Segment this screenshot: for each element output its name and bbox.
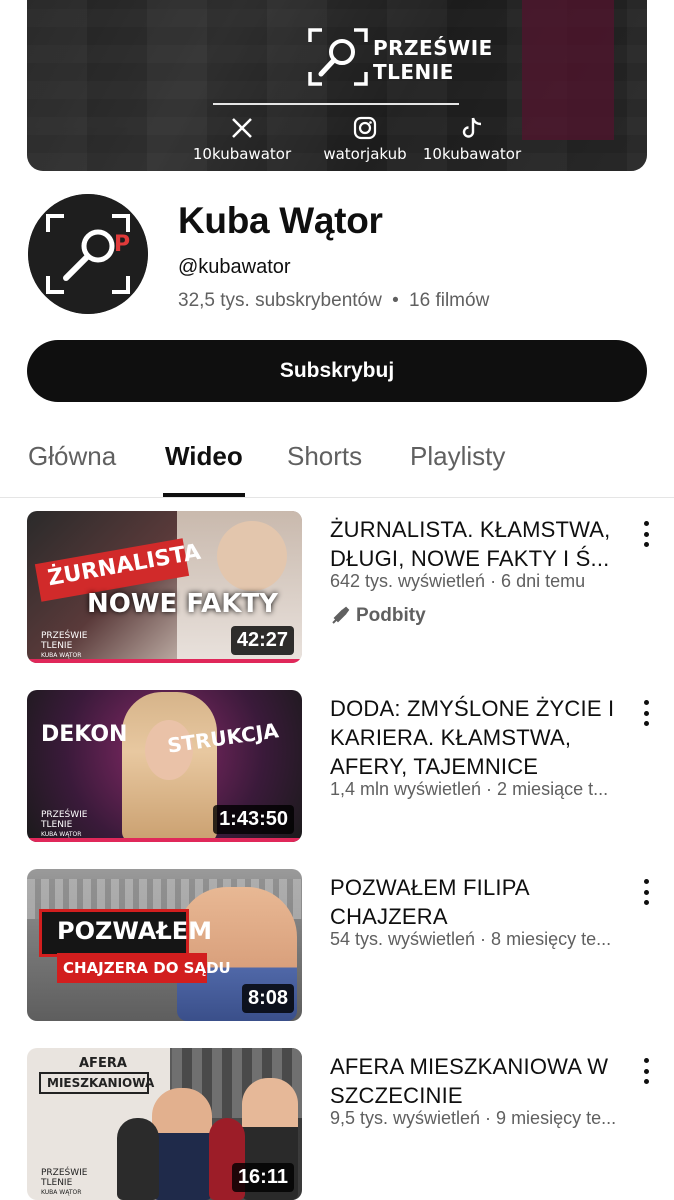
- video-thumbnail[interactable]: DEKON STRUKCJA PRZEŚWIE TLENIE KUBA WĄTO…: [27, 690, 302, 842]
- thumb-author: KUBA WĄTOR: [41, 1189, 82, 1196]
- video-meta: 9,5 tys. wyświetleń · 9 miesięcy te...: [330, 1108, 617, 1128]
- thumb-title-2: NOWE FAKTY: [87, 589, 278, 619]
- active-tab-indicator: [163, 493, 245, 497]
- magnifier-logo-icon: P: [28, 194, 148, 314]
- more-options-icon[interactable]: [636, 698, 656, 728]
- boost-badge: Podbity: [330, 605, 426, 627]
- svg-text:P: P: [114, 232, 130, 257]
- thumb-brand: PRZEŚWIE TLENIE: [41, 631, 88, 651]
- channel-banner[interactable]: PRZEŚWIE TLENIE 10kubawator watorjakub 1…: [27, 0, 647, 171]
- video-title[interactable]: DODA: ZMYŚLONE ŻYCIE I KARIERA. KŁAMSTWA…: [330, 694, 630, 781]
- x-icon: [187, 115, 297, 141]
- video-duration: 42:27: [230, 626, 294, 655]
- video-meta: 1,4 mln wyświetleń · 2 miesiące t...: [330, 779, 609, 799]
- thumb-accent-bar: [27, 838, 302, 842]
- banner-divider: [213, 103, 459, 105]
- thumb-accent-bar: [27, 659, 302, 663]
- video-thumbnail[interactable]: POZWAŁEM CHAJZERA DO SĄDU 8:08: [27, 869, 302, 1021]
- tiktok-icon: [417, 115, 527, 141]
- magnifier-logo-icon: [308, 28, 368, 86]
- thumb-brand: PRZEŚWIE TLENIE: [41, 810, 88, 830]
- subscribe-button[interactable]: Subskrybuj: [27, 340, 647, 402]
- video-duration: 1:43:50: [213, 805, 294, 834]
- social-handle: watorjakub: [323, 145, 407, 163]
- more-options-icon[interactable]: [636, 1056, 656, 1086]
- video-duration: 16:11: [231, 1163, 294, 1192]
- social-x[interactable]: 10kubawator: [187, 115, 297, 163]
- social-tiktok[interactable]: 10kubawator: [417, 115, 527, 163]
- more-options-icon[interactable]: [636, 877, 656, 907]
- banner-brand-name: PRZEŚWIE TLENIE: [373, 36, 493, 84]
- channel-handle: @kubawator: [178, 256, 291, 278]
- video-item[interactable]: AFERA MIESZKANIOWA PRZEŚWIE TLENIE KUBA …: [0, 1048, 674, 1200]
- social-instagram[interactable]: watorjakub: [310, 115, 420, 163]
- channel-tabs: Główna Wideo Shorts Playlisty: [0, 420, 674, 498]
- video-thumbnail[interactable]: ŻURNALISTA NOWE FAKTY PRZEŚWIE TLENIE KU…: [27, 511, 302, 663]
- video-item[interactable]: DEKON STRUKCJA PRZEŚWIE TLENIE KUBA WĄTO…: [0, 690, 674, 842]
- tab-shorts[interactable]: Shorts: [287, 441, 362, 472]
- stats-separator: •: [392, 290, 399, 311]
- social-handle: 10kubawator: [422, 145, 522, 163]
- brand-line-2: TLENIE: [373, 60, 454, 84]
- tab-videos[interactable]: Wideo: [165, 441, 243, 472]
- video-title[interactable]: ŻURNALISTA. KŁAMSTWA, DŁUGI, NOWE FAKTY …: [330, 515, 630, 573]
- tab-playlists[interactable]: Playlisty: [410, 441, 505, 472]
- channel-stats: 32,5 tys. subskrybentów • 16 filmów: [178, 290, 489, 312]
- thumb-title-2: CHAJZERA DO SĄDU: [63, 959, 231, 977]
- thumb-title-1: POZWAŁEM: [57, 917, 213, 945]
- video-duration: 8:08: [241, 984, 294, 1013]
- video-meta: 54 tys. wyświetleń · 8 miesięcy te...: [330, 929, 612, 949]
- video-meta: 642 tys. wyświetleń · 6 dni temu: [330, 571, 586, 591]
- instagram-icon: [310, 115, 420, 141]
- video-thumbnail[interactable]: AFERA MIESZKANIOWA PRZEŚWIE TLENIE KUBA …: [27, 1048, 302, 1200]
- video-item[interactable]: ŻURNALISTA NOWE FAKTY PRZEŚWIE TLENIE KU…: [0, 511, 674, 663]
- video-title[interactable]: POZWAŁEM FILIPA CHAJZERA: [330, 873, 630, 931]
- video-item[interactable]: POZWAŁEM CHAJZERA DO SĄDU 8:08 POZWAŁEM …: [0, 869, 674, 1021]
- brand-line-1: PRZEŚWIE: [373, 36, 493, 60]
- social-handle: 10kubawator: [192, 145, 292, 163]
- boost-label: Podbity: [356, 605, 426, 626]
- thumb-brand: PRZEŚWIE TLENIE: [41, 1168, 88, 1188]
- thumb-title-1: AFERA: [79, 1056, 127, 1071]
- video-count: 16 filmów: [409, 290, 490, 311]
- more-options-icon[interactable]: [636, 519, 656, 549]
- channel-avatar[interactable]: P: [28, 194, 148, 314]
- thumb-title-2: MIESZKANIOWA: [47, 1076, 155, 1090]
- video-title[interactable]: AFERA MIESZKANIOWA W SZCZECINIE: [330, 1052, 630, 1110]
- boost-icon: [332, 606, 350, 624]
- tab-home[interactable]: Główna: [28, 441, 116, 472]
- channel-name: Kuba Wątor: [178, 200, 383, 241]
- subscriber-count: 32,5 tys. subskrybentów: [178, 290, 382, 311]
- thumb-title-1: DEKON: [41, 722, 128, 747]
